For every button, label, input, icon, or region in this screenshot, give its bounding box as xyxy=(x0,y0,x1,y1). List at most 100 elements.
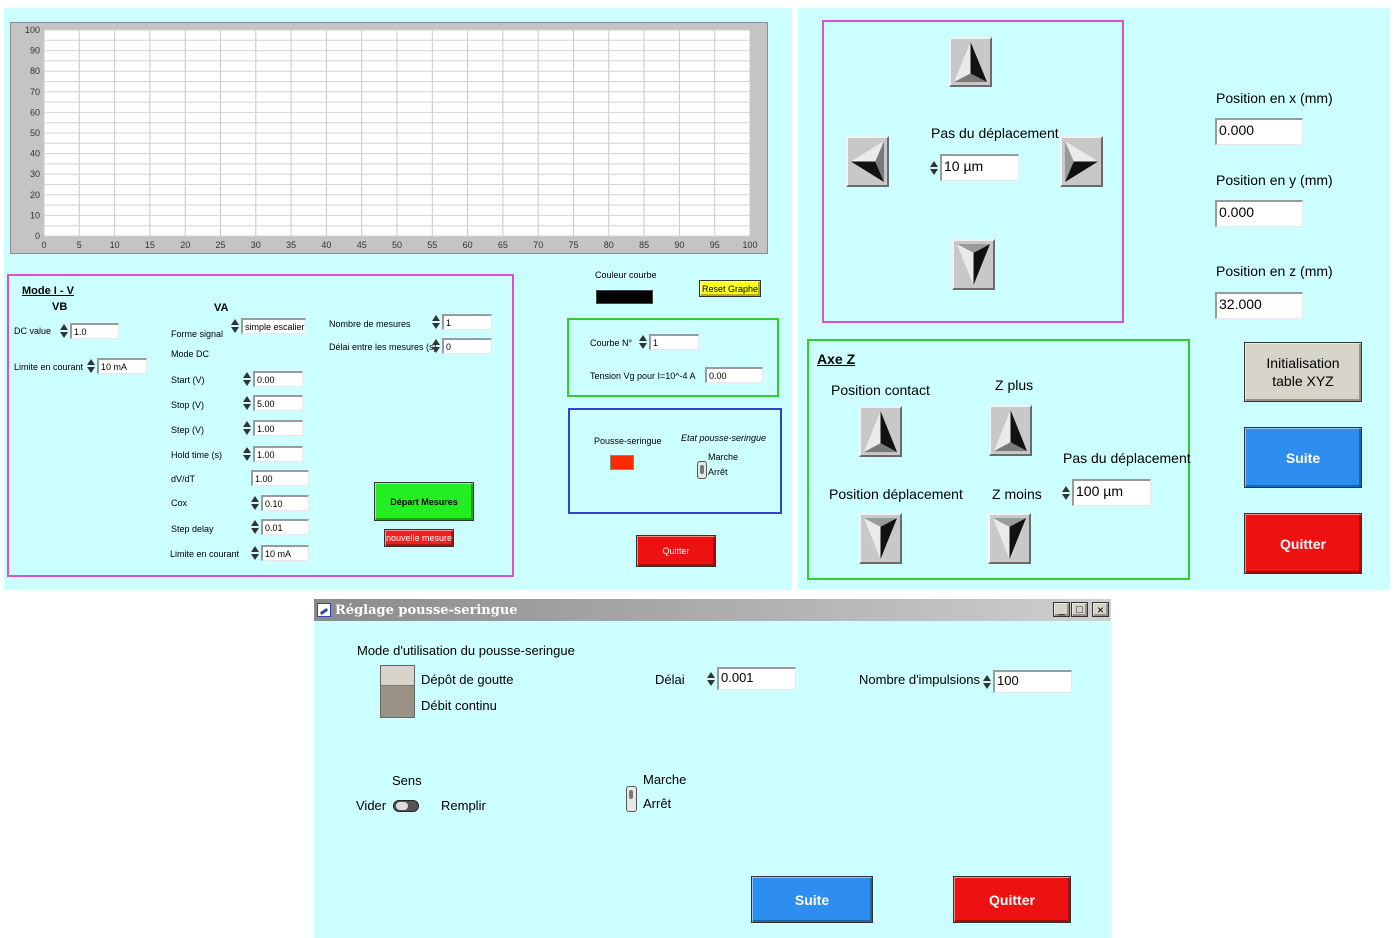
signal-field[interactable]: simple escalier xyxy=(241,318,306,334)
x-tick-label: 80 xyxy=(604,240,614,250)
mode-option-1[interactable]: Dépôt de goutte xyxy=(421,672,514,687)
y-tick-label: 20 xyxy=(30,190,40,200)
y-down-button[interactable] xyxy=(952,239,995,290)
z-step-field[interactable]: 100 µm xyxy=(1072,479,1151,506)
spin-icon[interactable] xyxy=(251,546,259,560)
curve-number-field[interactable]: 1 xyxy=(649,334,699,350)
spin-icon[interactable] xyxy=(707,671,715,686)
start-measure-button[interactable]: Départ Mesures xyxy=(374,482,474,521)
nb-mesures-field[interactable]: 1 xyxy=(442,314,492,330)
x-tick-label: 45 xyxy=(357,240,367,250)
deplacement-down-button[interactable] xyxy=(859,513,902,564)
zmoins-label: Z moins xyxy=(992,486,1042,502)
stop-field[interactable]: 5.00 xyxy=(253,395,303,411)
curve-number-control[interactable]: 1 xyxy=(639,334,699,350)
spin-icon[interactable] xyxy=(231,319,239,333)
start-control[interactable]: 0.00 xyxy=(243,371,303,387)
dvdt-field[interactable]: 1.00 xyxy=(251,470,309,486)
sens-toggle[interactable] xyxy=(393,800,419,812)
delai-field[interactable]: 0.001 xyxy=(717,667,796,690)
limit2-field[interactable]: 10 mA xyxy=(261,545,309,561)
dc-value-control[interactable]: 1.0 xyxy=(60,323,119,339)
spin-icon[interactable] xyxy=(251,520,259,534)
x-right-button[interactable] xyxy=(1060,136,1103,187)
cox-field[interactable]: 0.10 xyxy=(261,495,309,511)
curve-color-swatch[interactable] xyxy=(596,290,653,304)
impulsions-field[interactable]: 100 xyxy=(993,670,1072,693)
spin-icon[interactable] xyxy=(243,447,251,461)
reset-graph-button[interactable]: Reset Graphe xyxy=(699,280,761,297)
x-tick-label: 65 xyxy=(498,240,508,250)
delay-field[interactable]: 0 xyxy=(442,338,492,354)
tension-field: 0.00 xyxy=(705,367,763,383)
stop-control[interactable]: 5.00 xyxy=(243,395,303,411)
zplus-button[interactable] xyxy=(989,405,1032,456)
spin-icon[interactable] xyxy=(983,674,991,689)
spin-icon[interactable] xyxy=(243,396,251,410)
spin-icon[interactable] xyxy=(251,496,259,510)
pos-z-field: 32.000 xyxy=(1215,292,1303,319)
stepdelay-control[interactable]: 0.01 xyxy=(251,519,309,535)
hold-control[interactable]: 1.00 xyxy=(243,446,303,462)
step-control[interactable]: 1.00 xyxy=(243,420,303,436)
spin-icon[interactable] xyxy=(639,335,647,349)
start-field[interactable]: 0.00 xyxy=(253,371,303,387)
close-button[interactable]: × xyxy=(1092,602,1109,617)
delay-control[interactable]: 0 xyxy=(432,338,492,354)
spin-icon[interactable] xyxy=(432,339,440,353)
limit-field[interactable]: 10 mA xyxy=(97,358,147,374)
dialog-suite-button[interactable]: Suite xyxy=(751,876,873,923)
spin-icon[interactable] xyxy=(243,421,251,435)
y-tick-label: 40 xyxy=(30,149,40,159)
mode-option-2[interactable]: Débit continu xyxy=(421,698,497,713)
minimize-button[interactable]: _ xyxy=(1053,602,1070,617)
x-left-button[interactable] xyxy=(846,136,889,187)
stop-label: Stop (V) xyxy=(171,400,205,410)
xyz-suite-button[interactable]: Suite xyxy=(1244,427,1362,488)
x-tick-label: 15 xyxy=(145,240,155,250)
y-up-button[interactable] xyxy=(949,37,992,87)
init-xyz-button[interactable]: Initialisation table XYZ xyxy=(1244,342,1362,402)
pos-y-label: Position en y (mm) xyxy=(1216,172,1333,188)
mode-slider[interactable] xyxy=(380,665,415,718)
delai-control[interactable]: 0.001 xyxy=(707,667,796,690)
nb-mesures-label: Nombre de mesures xyxy=(329,319,411,329)
left-quit-button[interactable]: Quitter xyxy=(636,535,716,567)
dc-value-field[interactable]: 1.0 xyxy=(70,323,119,339)
signal-select[interactable]: simple escalier xyxy=(231,318,306,334)
xy-step-control[interactable]: 10 µm xyxy=(930,154,1019,181)
spin-icon[interactable] xyxy=(930,160,938,175)
cox-control[interactable]: 0.10 xyxy=(251,495,309,511)
spin-icon[interactable] xyxy=(1062,485,1070,500)
step-field[interactable]: 1.00 xyxy=(253,420,303,436)
maximize-button[interactable]: □ xyxy=(1071,602,1088,617)
curve-box xyxy=(567,318,779,397)
arrow-up-icon xyxy=(863,410,898,453)
spin-icon[interactable] xyxy=(87,359,95,373)
y-tick-label: 60 xyxy=(30,107,40,117)
xyz-quit-button[interactable]: Quitter xyxy=(1244,513,1362,574)
z-step-control[interactable]: 100 µm xyxy=(1062,479,1151,506)
new-measure-button[interactable]: nouvelle mesure xyxy=(384,529,454,547)
dvdt-control[interactable]: 1.00 xyxy=(251,470,309,486)
limit2-control[interactable]: 10 mA xyxy=(251,545,309,561)
app-icon xyxy=(317,603,331,617)
dialog-quit-button[interactable]: Quitter xyxy=(953,876,1071,923)
x-tick-label: 95 xyxy=(710,240,720,250)
limit-control[interactable]: 10 mA xyxy=(87,358,147,374)
pousse-state-toggle[interactable] xyxy=(697,461,707,479)
marche-toggle[interactable] xyxy=(626,786,637,812)
spin-icon[interactable] xyxy=(60,324,68,338)
zmoins-button[interactable] xyxy=(988,513,1031,564)
stepdelay-field[interactable]: 0.01 xyxy=(261,519,309,535)
nb-mesures-control[interactable]: 1 xyxy=(432,314,492,330)
xy-step-field[interactable]: 10 µm xyxy=(940,154,1019,181)
spin-icon[interactable] xyxy=(432,315,440,329)
hold-field[interactable]: 1.00 xyxy=(253,446,303,462)
contact-up-button[interactable] xyxy=(859,406,902,457)
impulsions-control[interactable]: 100 xyxy=(983,670,1072,693)
chart: 0 5 10 15 20 25 30 35 40 45 50 55 60 65 70 75 80 85 90 95 10… xyxy=(25,25,758,250)
spin-icon[interactable] xyxy=(243,372,251,386)
vider-label: Vider xyxy=(356,798,387,813)
pousse-led xyxy=(610,455,634,470)
